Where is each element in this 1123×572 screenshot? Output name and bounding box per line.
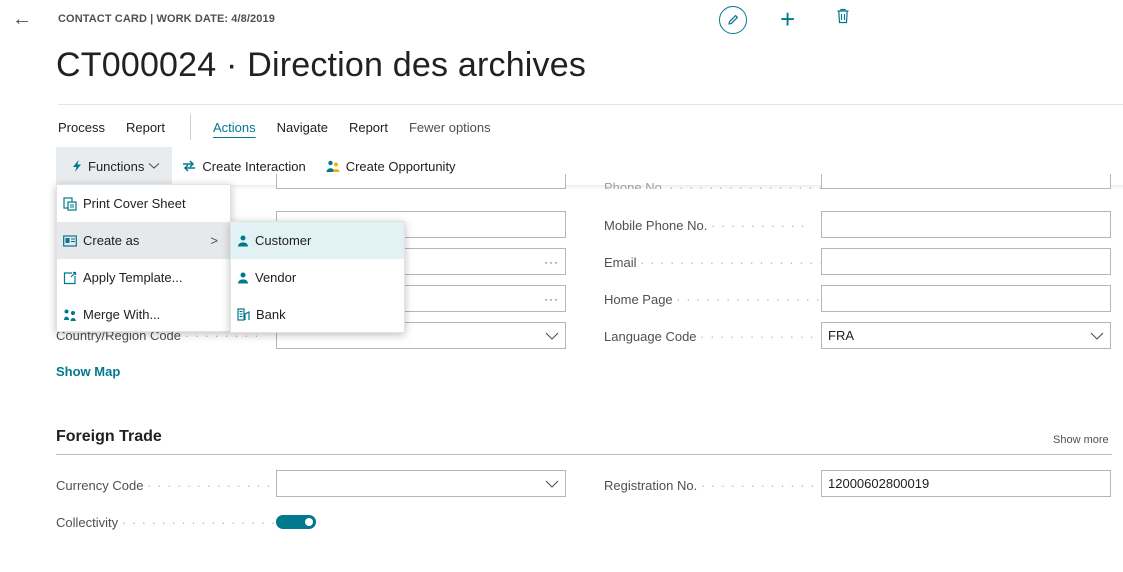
card-icon <box>63 234 77 247</box>
email-field[interactable] <box>821 248 1111 275</box>
registration-no-value: 12000602800019 <box>828 476 930 491</box>
apply-template-label: Apply Template... <box>83 270 183 285</box>
plus-icon: + <box>780 4 796 34</box>
create-interaction-label: Create Interaction <box>202 158 306 174</box>
template-icon <box>63 271 77 284</box>
create-as-submenu: Customer Vendor Bank <box>230 221 405 333</box>
toggle-knob <box>305 518 313 526</box>
trash-icon <box>837 8 849 24</box>
nav-divider <box>190 114 191 140</box>
registration-no-label: Registration No. · · · · · · · · · · · ·… <box>604 478 836 493</box>
currency-code-label: Currency Code · · · · · · · · · · · · · … <box>56 478 302 493</box>
address-field-1[interactable] <box>276 174 566 189</box>
functions-menu: Print Cover Sheet Create as > Apply Temp… <box>56 184 231 332</box>
foreign-trade-title[interactable]: Foreign Trade <box>56 428 162 446</box>
mobile-phone-field[interactable] <box>821 211 1111 238</box>
interaction-icon <box>183 160 196 172</box>
mobile-phone-label: Mobile Phone No. · · · · · · · · · · <box>604 218 806 233</box>
vendor-label: Vendor <box>255 270 297 285</box>
nav-process[interactable]: Process <box>58 120 105 135</box>
show-map-link[interactable]: Show Map <box>56 364 120 379</box>
page-title: CT000024 · Direction des archives <box>56 46 587 84</box>
menu-item-create-as[interactable]: Create as > <box>57 222 230 259</box>
menu-item-merge-with[interactable]: Merge With... <box>57 296 230 333</box>
functions-label: Functions <box>88 158 145 174</box>
chevron-down-icon <box>545 480 559 488</box>
menu-item-print-cover-sheet[interactable]: Print Cover Sheet <box>57 185 230 222</box>
nav-actions[interactable]: Actions <box>213 120 256 135</box>
menu-item-vendor[interactable]: Vendor <box>231 259 404 296</box>
collectivity-toggle[interactable] <box>276 515 316 529</box>
delete-button[interactable] <box>836 8 850 29</box>
bank-icon <box>237 308 250 321</box>
edit-button[interactable] <box>719 6 747 34</box>
print-icon <box>63 196 77 211</box>
currency-code-select[interactable] <box>276 470 566 497</box>
person-icon <box>238 235 248 246</box>
registration-no-field[interactable]: 12000602800019 <box>821 470 1111 497</box>
phone-field[interactable] <box>821 174 1111 189</box>
show-more-link[interactable]: Show more <box>1053 434 1109 446</box>
new-button[interactable]: + <box>780 4 795 34</box>
customer-label: Customer <box>255 233 312 248</box>
chevron-down-icon <box>149 163 160 169</box>
menu-item-customer[interactable]: Customer <box>231 222 404 259</box>
menu-item-bank[interactable]: Bank <box>231 296 404 333</box>
language-code-label: Language Code · · · · · · · · · · · · · <box>604 329 825 344</box>
create-as-label: Create as <box>83 233 140 248</box>
chevron-right-icon: > <box>210 233 218 248</box>
ellipsis-icon[interactable]: ··· <box>544 255 559 269</box>
nav-report-2[interactable]: Report <box>349 120 388 135</box>
back-arrow-icon[interactable]: ← <box>9 6 35 32</box>
menu-item-apply-template[interactable]: Apply Template... <box>57 259 230 296</box>
functions-button[interactable]: Functions <box>56 147 173 185</box>
merge-icon <box>64 309 76 321</box>
opportunity-icon <box>326 160 340 172</box>
ellipsis-icon[interactable]: ··· <box>544 292 559 306</box>
lightning-icon <box>73 160 81 172</box>
create-opportunity-label: Create Opportunity <box>345 158 456 174</box>
nav-fewer-options[interactable]: Fewer options <box>409 120 491 135</box>
home-page-label: Home Page · · · · · · · · · · · · · · · … <box>604 292 841 307</box>
nav-report[interactable]: Report <box>126 120 165 135</box>
language-code-select[interactable]: FRA <box>821 322 1111 349</box>
language-code-value: FRA <box>828 328 854 343</box>
bank-label: Bank <box>256 307 286 322</box>
home-page-field[interactable] <box>821 285 1111 312</box>
pencil-icon <box>728 15 738 25</box>
print-cover-sheet-label: Print Cover Sheet <box>83 196 186 211</box>
merge-with-label: Merge With... <box>83 307 161 322</box>
person-icon <box>238 272 248 283</box>
nav-navigate[interactable]: Navigate <box>277 120 328 135</box>
chevron-down-icon <box>1090 332 1104 340</box>
chevron-down-icon <box>545 332 559 340</box>
header-divider <box>58 104 1123 105</box>
section-divider <box>56 454 1112 455</box>
page-caption: CONTACT CARD | WORK DATE: 4/8/2019 <box>58 13 275 25</box>
action-menu-bar: Process Report Actions Navigate Report F… <box>58 114 512 140</box>
